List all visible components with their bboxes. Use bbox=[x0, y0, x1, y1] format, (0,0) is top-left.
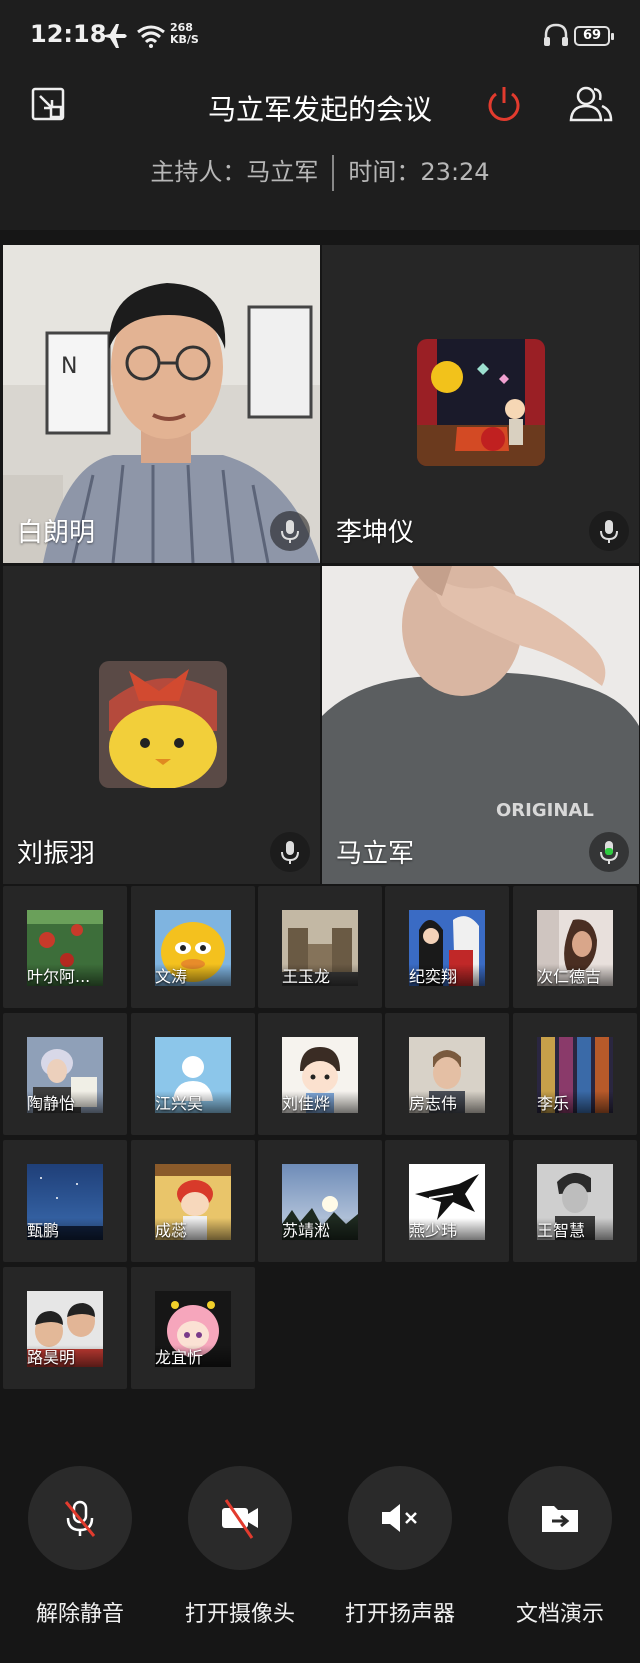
thumbnail-name: 房志伟 bbox=[409, 1094, 458, 1113]
unmute-label: 解除静音 bbox=[35, 1602, 124, 1627]
folder-share-icon bbox=[542, 1506, 578, 1532]
thumbnail-name: 江兴昊 bbox=[155, 1094, 204, 1113]
participant-name: 马立军 bbox=[336, 839, 415, 869]
participant-thumbnail[interactable]: 甄鹏 bbox=[3, 1140, 127, 1262]
doc-present-button[interactable]: 文档演示 bbox=[480, 1466, 640, 1628]
svg-text:ORIGINAL: ORIGINAL bbox=[496, 800, 594, 821]
open-speaker-circle[interactable] bbox=[348, 1466, 452, 1570]
mic-muted-icon bbox=[64, 1500, 96, 1537]
doc-present-label: 文档演示 bbox=[515, 1602, 604, 1627]
thumbnail-name: 甄鹏 bbox=[27, 1221, 60, 1240]
meta-divider bbox=[332, 155, 335, 191]
thumbnail-name: 龙宜忻 bbox=[155, 1348, 204, 1367]
video-tile[interactable]: ORIGINAL 马立军 bbox=[322, 566, 639, 884]
network-speed-unit: KB/S bbox=[170, 33, 199, 46]
participant-avatar bbox=[99, 661, 227, 788]
open-camera-button[interactable]: 打开摄像头 bbox=[160, 1466, 320, 1628]
mic-icon bbox=[600, 520, 618, 543]
airplane-icon bbox=[100, 24, 127, 48]
wifi-icon bbox=[137, 25, 165, 48]
participant-name: 李坤仪 bbox=[336, 518, 415, 548]
thumbnail-name: 成蕊 bbox=[155, 1221, 188, 1240]
unmute-circle[interactable] bbox=[28, 1466, 132, 1570]
unmute-button[interactable]: 解除静音 bbox=[0, 1466, 160, 1628]
participant-thumbnail[interactable]: 龙宜忻 bbox=[131, 1267, 255, 1389]
thumbnail-name: 次仁德吉 bbox=[537, 967, 602, 986]
thumbnail-name: 李乐 bbox=[537, 1094, 570, 1113]
participant-thumbnail[interactable]: 次仁德吉 bbox=[513, 886, 637, 1008]
network-speed: 268 KB/S bbox=[170, 22, 199, 46]
avatar-image bbox=[99, 661, 227, 788]
thumbnail-name: 纪奕翔 bbox=[409, 967, 458, 986]
mic-status[interactable] bbox=[270, 511, 310, 551]
mic-status[interactable] bbox=[589, 832, 629, 872]
meeting-controls: 解除静音 打开摄像头 打开扬声器 文档演示 bbox=[0, 1450, 640, 1663]
participant-thumbnail[interactable]: 江兴昊 bbox=[131, 1013, 255, 1135]
meeting-meta: 主持人：马立军 时间：23:24 bbox=[0, 152, 640, 191]
thumbnail-name: 文涛 bbox=[155, 967, 188, 986]
avatar-image bbox=[417, 339, 545, 466]
thumbnail-name: 王玉龙 bbox=[282, 967, 331, 986]
participant-thumbnail[interactable]: 王玉龙 bbox=[258, 886, 382, 1008]
participant-name: 刘振羽 bbox=[17, 839, 96, 869]
participants-icon[interactable] bbox=[568, 84, 614, 124]
participant-thumbnail[interactable]: 叶尔阿... bbox=[3, 886, 127, 1008]
speaker-muted-icon bbox=[382, 1504, 417, 1532]
thumbnail-name: 苏靖淞 bbox=[282, 1221, 331, 1240]
camera-off-icon bbox=[222, 1499, 258, 1539]
participant-thumbnail[interactable]: 纪奕翔 bbox=[385, 886, 509, 1008]
mic-active-icon bbox=[600, 841, 618, 864]
mic-status[interactable] bbox=[589, 511, 629, 551]
open-speaker-label: 打开扬声器 bbox=[344, 1602, 455, 1627]
host-label: 主持人：马立军 bbox=[150, 158, 319, 186]
battery-indicator: 69 bbox=[574, 26, 614, 46]
svg-text:N: N bbox=[61, 354, 77, 379]
video-tile[interactable]: N 白朗明 bbox=[3, 245, 320, 563]
participant-thumbnail[interactable]: 房志伟 bbox=[385, 1013, 509, 1135]
thumbnail-name: 路昊明 bbox=[27, 1348, 76, 1367]
participant-thumbnail[interactable]: 苏靖淞 bbox=[258, 1140, 382, 1262]
participant-thumbnail[interactable]: 路昊明 bbox=[3, 1267, 127, 1389]
open-camera-label: 打开摄像头 bbox=[184, 1602, 295, 1627]
video-tile[interactable]: 刘振羽 bbox=[3, 566, 320, 884]
doc-present-circle[interactable] bbox=[508, 1466, 612, 1570]
meeting-title: 马立军发起的会议 bbox=[207, 93, 432, 126]
thumbnail-name: 陶静怡 bbox=[27, 1094, 76, 1113]
participant-thumbnail[interactable]: 燕少玮 bbox=[385, 1140, 509, 1262]
participant-thumbnail[interactable]: 文涛 bbox=[131, 886, 255, 1008]
mic-status[interactable] bbox=[270, 832, 310, 872]
participant-thumbnail[interactable]: 王智慧 bbox=[513, 1140, 637, 1262]
meeting-time-label: 时间：23:24 bbox=[348, 158, 490, 186]
mic-icon bbox=[281, 841, 299, 864]
thumbnail-name: 刘佳烨 bbox=[282, 1094, 331, 1113]
participant-avatar bbox=[417, 339, 545, 466]
thumbnail-name: 叶尔阿... bbox=[27, 967, 91, 986]
thumbnail-name: 燕少玮 bbox=[409, 1221, 458, 1240]
headset-icon bbox=[544, 23, 568, 46]
open-speaker-button[interactable]: 打开扬声器 bbox=[320, 1466, 480, 1628]
meeting-header: 马立军发起的会议 主持人：马立军 时间：23:24 bbox=[0, 56, 640, 230]
end-meeting-power-icon[interactable] bbox=[484, 84, 524, 124]
participant-thumbnail[interactable]: 李乐 bbox=[513, 1013, 637, 1135]
thumbnail-name: 王智慧 bbox=[537, 1221, 586, 1240]
participant-thumbnail[interactable]: 陶静怡 bbox=[3, 1013, 127, 1135]
participant-thumbnail[interactable]: 成蕊 bbox=[131, 1140, 255, 1262]
open-camera-circle[interactable] bbox=[188, 1466, 292, 1570]
status-bar: 12:18 268 KB/S 69 bbox=[0, 0, 640, 56]
status-time: 12:18 bbox=[30, 20, 107, 48]
mic-icon bbox=[281, 520, 299, 543]
participant-name: 白朗明 bbox=[17, 518, 96, 548]
video-tile[interactable]: 李坤仪 bbox=[322, 245, 639, 563]
participant-thumbnail[interactable]: 刘佳烨 bbox=[258, 1013, 382, 1135]
